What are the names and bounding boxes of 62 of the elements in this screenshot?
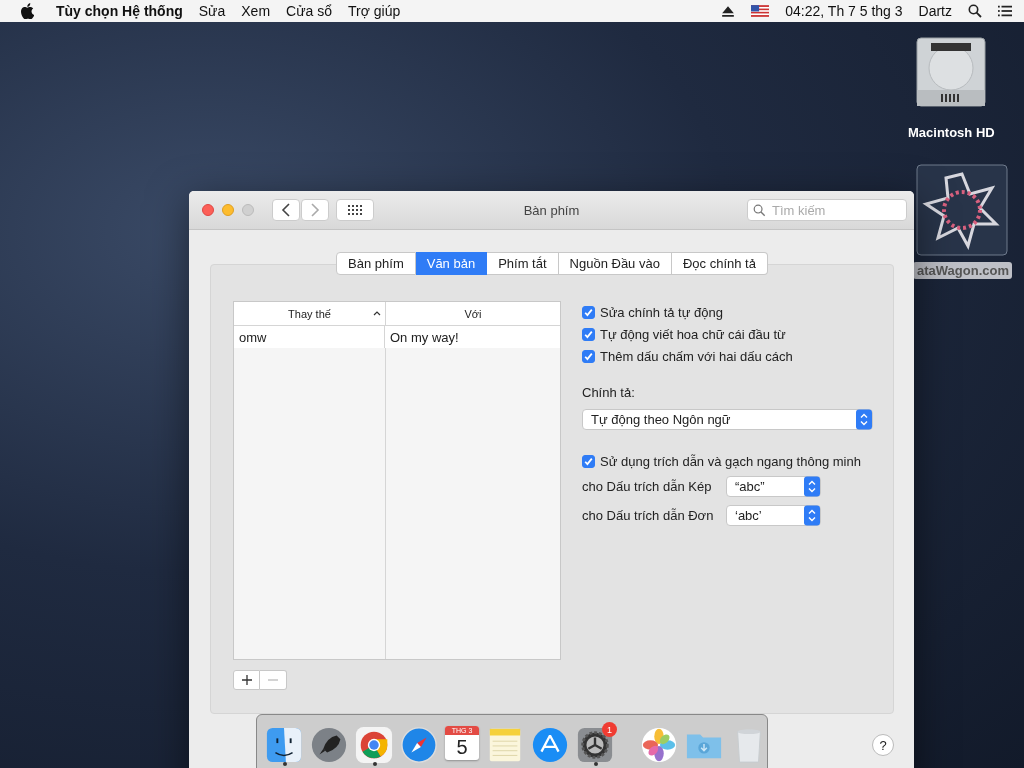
- star-pattern-icon[interactable]: [916, 164, 1009, 256]
- quote-style-label: cho Dấu trích dẫn Kép: [582, 479, 713, 494]
- stepper-arrows-icon: [856, 409, 872, 430]
- column-header[interactable]: Với: [386, 302, 560, 325]
- quote-style-label: cho Dấu trích dẫn Đơn: [582, 508, 715, 523]
- quote-style-dropdown[interactable]: ‘abc’: [726, 505, 821, 526]
- menu-item[interactable]: Sửa: [198, 3, 226, 19]
- search-field[interactable]: Tìm kiếm: [747, 199, 907, 221]
- flag-icon[interactable]: [751, 5, 770, 17]
- tab[interactable]: Phím tắt: [487, 252, 559, 275]
- app-menu[interactable]: Tùy chọn Hệ thống: [56, 3, 183, 19]
- compass-icon[interactable]: [400, 726, 438, 764]
- back-button[interactable]: [272, 199, 300, 221]
- window-title: Bàn phím: [523, 202, 580, 218]
- add-button[interactable]: [233, 670, 260, 690]
- smiling-face-icon[interactable]: [265, 726, 303, 764]
- chevron-left-icon: [281, 203, 291, 217]
- flower-icon[interactable]: [640, 726, 678, 764]
- stepper-arrows-icon: [804, 505, 820, 526]
- eject-icon[interactable]: [721, 4, 736, 18]
- checkbox[interactable]: [582, 305, 595, 319]
- notification-badge: 1: [602, 722, 617, 737]
- tab[interactable]: Nguồn Đầu vào: [558, 252, 672, 275]
- column-title: Với: [464, 307, 482, 320]
- spelling-label: Chính tả:: [582, 385, 636, 402]
- tab[interactable]: Bàn phím: [336, 252, 416, 275]
- spelling-dropdown[interactable]: Tự động theo Ngôn ngữ: [582, 409, 873, 430]
- tab[interactable]: Đọc chính tả: [671, 252, 768, 275]
- gear-icon[interactable]: [576, 726, 614, 764]
- checkbox-label: Thêm dấu chấm với hai dấu cách: [600, 348, 793, 364]
- table-cell[interactable]: On my way!: [385, 326, 560, 348]
- search-icon[interactable]: [968, 4, 982, 18]
- checkbox-label: Tự động viết hoa chữ cái đầu từ: [600, 326, 786, 342]
- help-button[interactable]: ?: [872, 734, 894, 756]
- menu-item[interactable]: Xem: [241, 3, 271, 19]
- search-icon: [753, 204, 766, 217]
- app-store-icon[interactable]: [531, 726, 569, 764]
- list-icon[interactable]: [998, 4, 1012, 18]
- grid-icon: [348, 205, 362, 215]
- close-button[interactable]: [202, 204, 214, 216]
- column-header[interactable]: Thay thế: [234, 302, 386, 325]
- quote-style-dropdown[interactable]: “abc”: [726, 476, 821, 497]
- show-all-button[interactable]: [336, 199, 374, 221]
- stepper-arrows-icon: [804, 476, 820, 497]
- user-name[interactable]: Dartz: [918, 3, 952, 19]
- plus-icon: [241, 675, 252, 685]
- column-title: Thay thế: [288, 307, 331, 320]
- checkbox[interactable]: [582, 327, 595, 341]
- checkbox-label: Sử dụng trích dẫn và gạch ngang thông minh: [600, 453, 861, 469]
- menu-item[interactable]: Trợ giúp: [348, 3, 401, 19]
- chevron-right-icon: [310, 203, 320, 217]
- calendar-day: 5: [456, 735, 468, 759]
- desktop-icon-label[interactable]: Macintosh HD: [905, 124, 998, 141]
- desktop-icon-label[interactable]: ataWagon.com: [913, 262, 1012, 279]
- checkbox[interactable]: [582, 454, 595, 468]
- chrome-icon[interactable]: [355, 726, 393, 764]
- checkbox[interactable]: [582, 349, 595, 363]
- tab[interactable]: Văn bản: [415, 252, 488, 275]
- apple-icon[interactable]: [20, 3, 34, 19]
- checkbox-label: Sửa chính tả tự động: [600, 304, 723, 320]
- clock[interactable]: 04:22, Th 7 5 thg 3: [785, 3, 903, 19]
- menu-item[interactable]: Cửa sổ: [286, 3, 332, 19]
